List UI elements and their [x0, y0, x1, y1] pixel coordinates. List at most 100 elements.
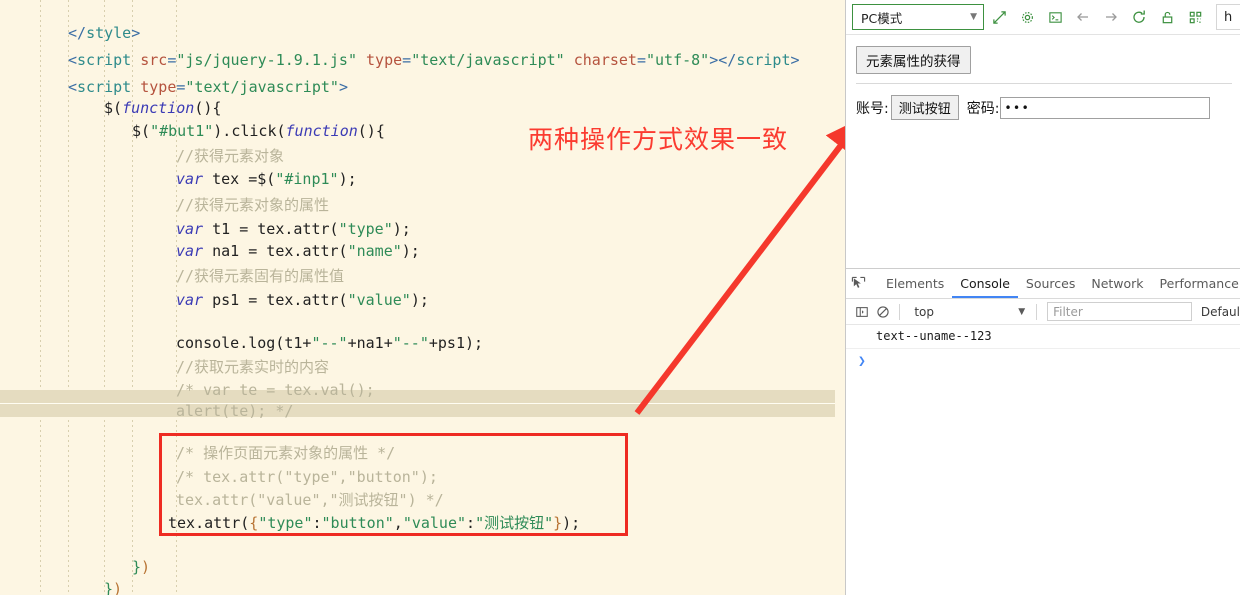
code-token: +ps1); — [428, 334, 484, 352]
tab-console[interactable]: Console — [952, 270, 1018, 298]
code-token: > — [338, 78, 348, 96]
console-message-list: text--uname--123 — [846, 325, 1240, 349]
code-token: +na1+ — [347, 334, 393, 352]
code-token: > — [709, 51, 719, 69]
code-token: script — [77, 51, 132, 69]
url-address-bar[interactable]: h — [1216, 4, 1240, 30]
code-token: ). — [213, 122, 232, 140]
page-divider — [856, 83, 1232, 84]
code-line: //获得元素对象的属性 — [176, 192, 329, 219]
console-toolbar-divider — [899, 303, 901, 320]
account-input-as-button[interactable]: 测试按钮 — [890, 95, 959, 120]
code-line: /* 操作页面元素对象的属性 */ — [176, 440, 395, 467]
code-line: var tex =$("#inp1"); — [176, 166, 357, 193]
responsive-resize-icon[interactable] — [986, 4, 1012, 30]
code-token: tex. — [168, 514, 205, 532]
login-form-row: 账号: 测试按钮 密码: ••• — [856, 95, 1240, 120]
chevron-down-icon: ▼ — [1018, 306, 1026, 317]
console-toolbar-divider-2 — [1036, 303, 1038, 320]
code-token: } — [104, 580, 114, 595]
tab-sources[interactable]: Sources — [1018, 270, 1083, 298]
console-sidebar-icon[interactable] — [851, 302, 872, 322]
code-editor-pane[interactable]: </style> <script src="js/jquery-1.9.1.js"… — [0, 0, 845, 595]
code-token: ); — [338, 170, 357, 188]
code-line: }) — [104, 576, 122, 595]
code-token: //获取元素实时的内容 — [176, 358, 330, 376]
console-input-prompt[interactable]: ❯ — [846, 349, 1240, 371]
code-token: var — [176, 291, 204, 309]
code-token: src — [140, 51, 168, 69]
code-token: script — [736, 51, 791, 69]
console-filter-input[interactable]: Filter — [1047, 302, 1192, 321]
devtools-tab-list: Elements Console Sources Network Performance… — [878, 270, 1240, 298]
code-token: alert(te); */ — [176, 402, 294, 420]
code-token: //获得元素对象的属性 — [176, 196, 330, 214]
qr-code-icon[interactable] — [1182, 4, 1208, 30]
code-token: ) — [113, 580, 123, 595]
code-token: "type" — [258, 514, 313, 532]
code-token: "测试按钮" — [475, 514, 554, 532]
console-levels-select[interactable]: Defaul — [1201, 305, 1240, 319]
code-token: $( — [104, 99, 123, 117]
code-token: na1 = tex. — [203, 242, 303, 260]
indent-guide-0 — [40, 0, 41, 595]
code-line: <script src="js/jquery-1.9.1.js" type="t… — [68, 47, 800, 74]
reload-icon[interactable] — [1126, 4, 1152, 30]
devtools-panel: Elements Console Sources Network Performance… — [846, 268, 1240, 595]
devtools-tabbar: Elements Console Sources Network Performance… — [846, 269, 1240, 299]
editor-scrollbar-track[interactable] — [836, 0, 845, 595]
code-token: /* var te = tex.val(); — [176, 381, 375, 399]
code-token: } — [553, 514, 563, 532]
code-token: = — [636, 51, 646, 69]
code-token: : — [312, 514, 322, 532]
code-line: console.log(t1+"--"+na1+"--"+ps1); — [176, 330, 483, 357]
chevron-down-icon: ▼ — [970, 12, 977, 22]
terminal-icon[interactable] — [1042, 4, 1068, 30]
forward-arrow-icon[interactable] — [1098, 4, 1124, 30]
code-token: (){ — [357, 122, 385, 140]
code-token: function — [285, 122, 358, 140]
get-element-attr-button[interactable]: 元素属性的获得 — [856, 46, 971, 74]
code-line: alert(te); */ — [176, 398, 293, 425]
code-token: : — [466, 514, 476, 532]
lock-icon[interactable] — [1154, 4, 1180, 30]
device-mode-label: PC模式 — [861, 10, 903, 26]
code-token: } — [132, 558, 142, 576]
page-viewport: 元素属性的获得 账号: 测试按钮 密码: ••• — [846, 36, 1240, 267]
console-context-value: top — [914, 304, 935, 319]
password-label: 密码: — [966, 100, 1000, 117]
inspect-element-icon[interactable] — [851, 274, 866, 294]
console-message: text--uname--123 — [846, 325, 1240, 349]
console-context-select[interactable]: top ▼ — [906, 302, 1030, 322]
code-line: </style> — [68, 20, 140, 47]
console-output-area[interactable]: text--uname--123 ❯ — [846, 325, 1240, 371]
code-token: "button" — [321, 514, 394, 532]
clear-console-icon[interactable] — [872, 302, 893, 322]
back-arrow-icon[interactable] — [1070, 4, 1096, 30]
code-line: var ps1 = tex.attr("value"); — [176, 287, 429, 314]
code-token: //获得元素固有的属性值 — [176, 267, 345, 285]
code-token: ) — [141, 558, 151, 576]
code-token: tex = — [203, 170, 258, 188]
code-token: type — [366, 51, 403, 69]
code-token: /* 操作页面元素对象的属性 */ — [176, 444, 396, 462]
code-token: "text/javascript" — [185, 78, 339, 96]
code-line: var na1 = tex.attr("name"); — [176, 238, 420, 265]
device-mode-select[interactable]: PC模式 ▼ — [852, 4, 984, 30]
chevron-right-icon: ❯ — [858, 354, 866, 369]
code-token: function — [122, 99, 195, 117]
code-token: attr( — [302, 291, 348, 309]
code-token: $( — [132, 122, 151, 140]
code-token: > — [131, 24, 141, 42]
tab-network[interactable]: Network — [1083, 270, 1151, 298]
tab-elements[interactable]: Elements — [878, 270, 952, 298]
code-token: ); — [410, 291, 429, 309]
code-token: type — [140, 78, 177, 96]
gear-icon[interactable] — [1014, 4, 1040, 30]
screenshot-root: </style> <script src="js/jquery-1.9.1.js"… — [0, 0, 1240, 595]
tab-performance[interactable]: Performance — [1152, 270, 1240, 298]
code-token: "text/javascript" — [411, 51, 565, 69]
password-input[interactable]: ••• — [1000, 96, 1211, 119]
